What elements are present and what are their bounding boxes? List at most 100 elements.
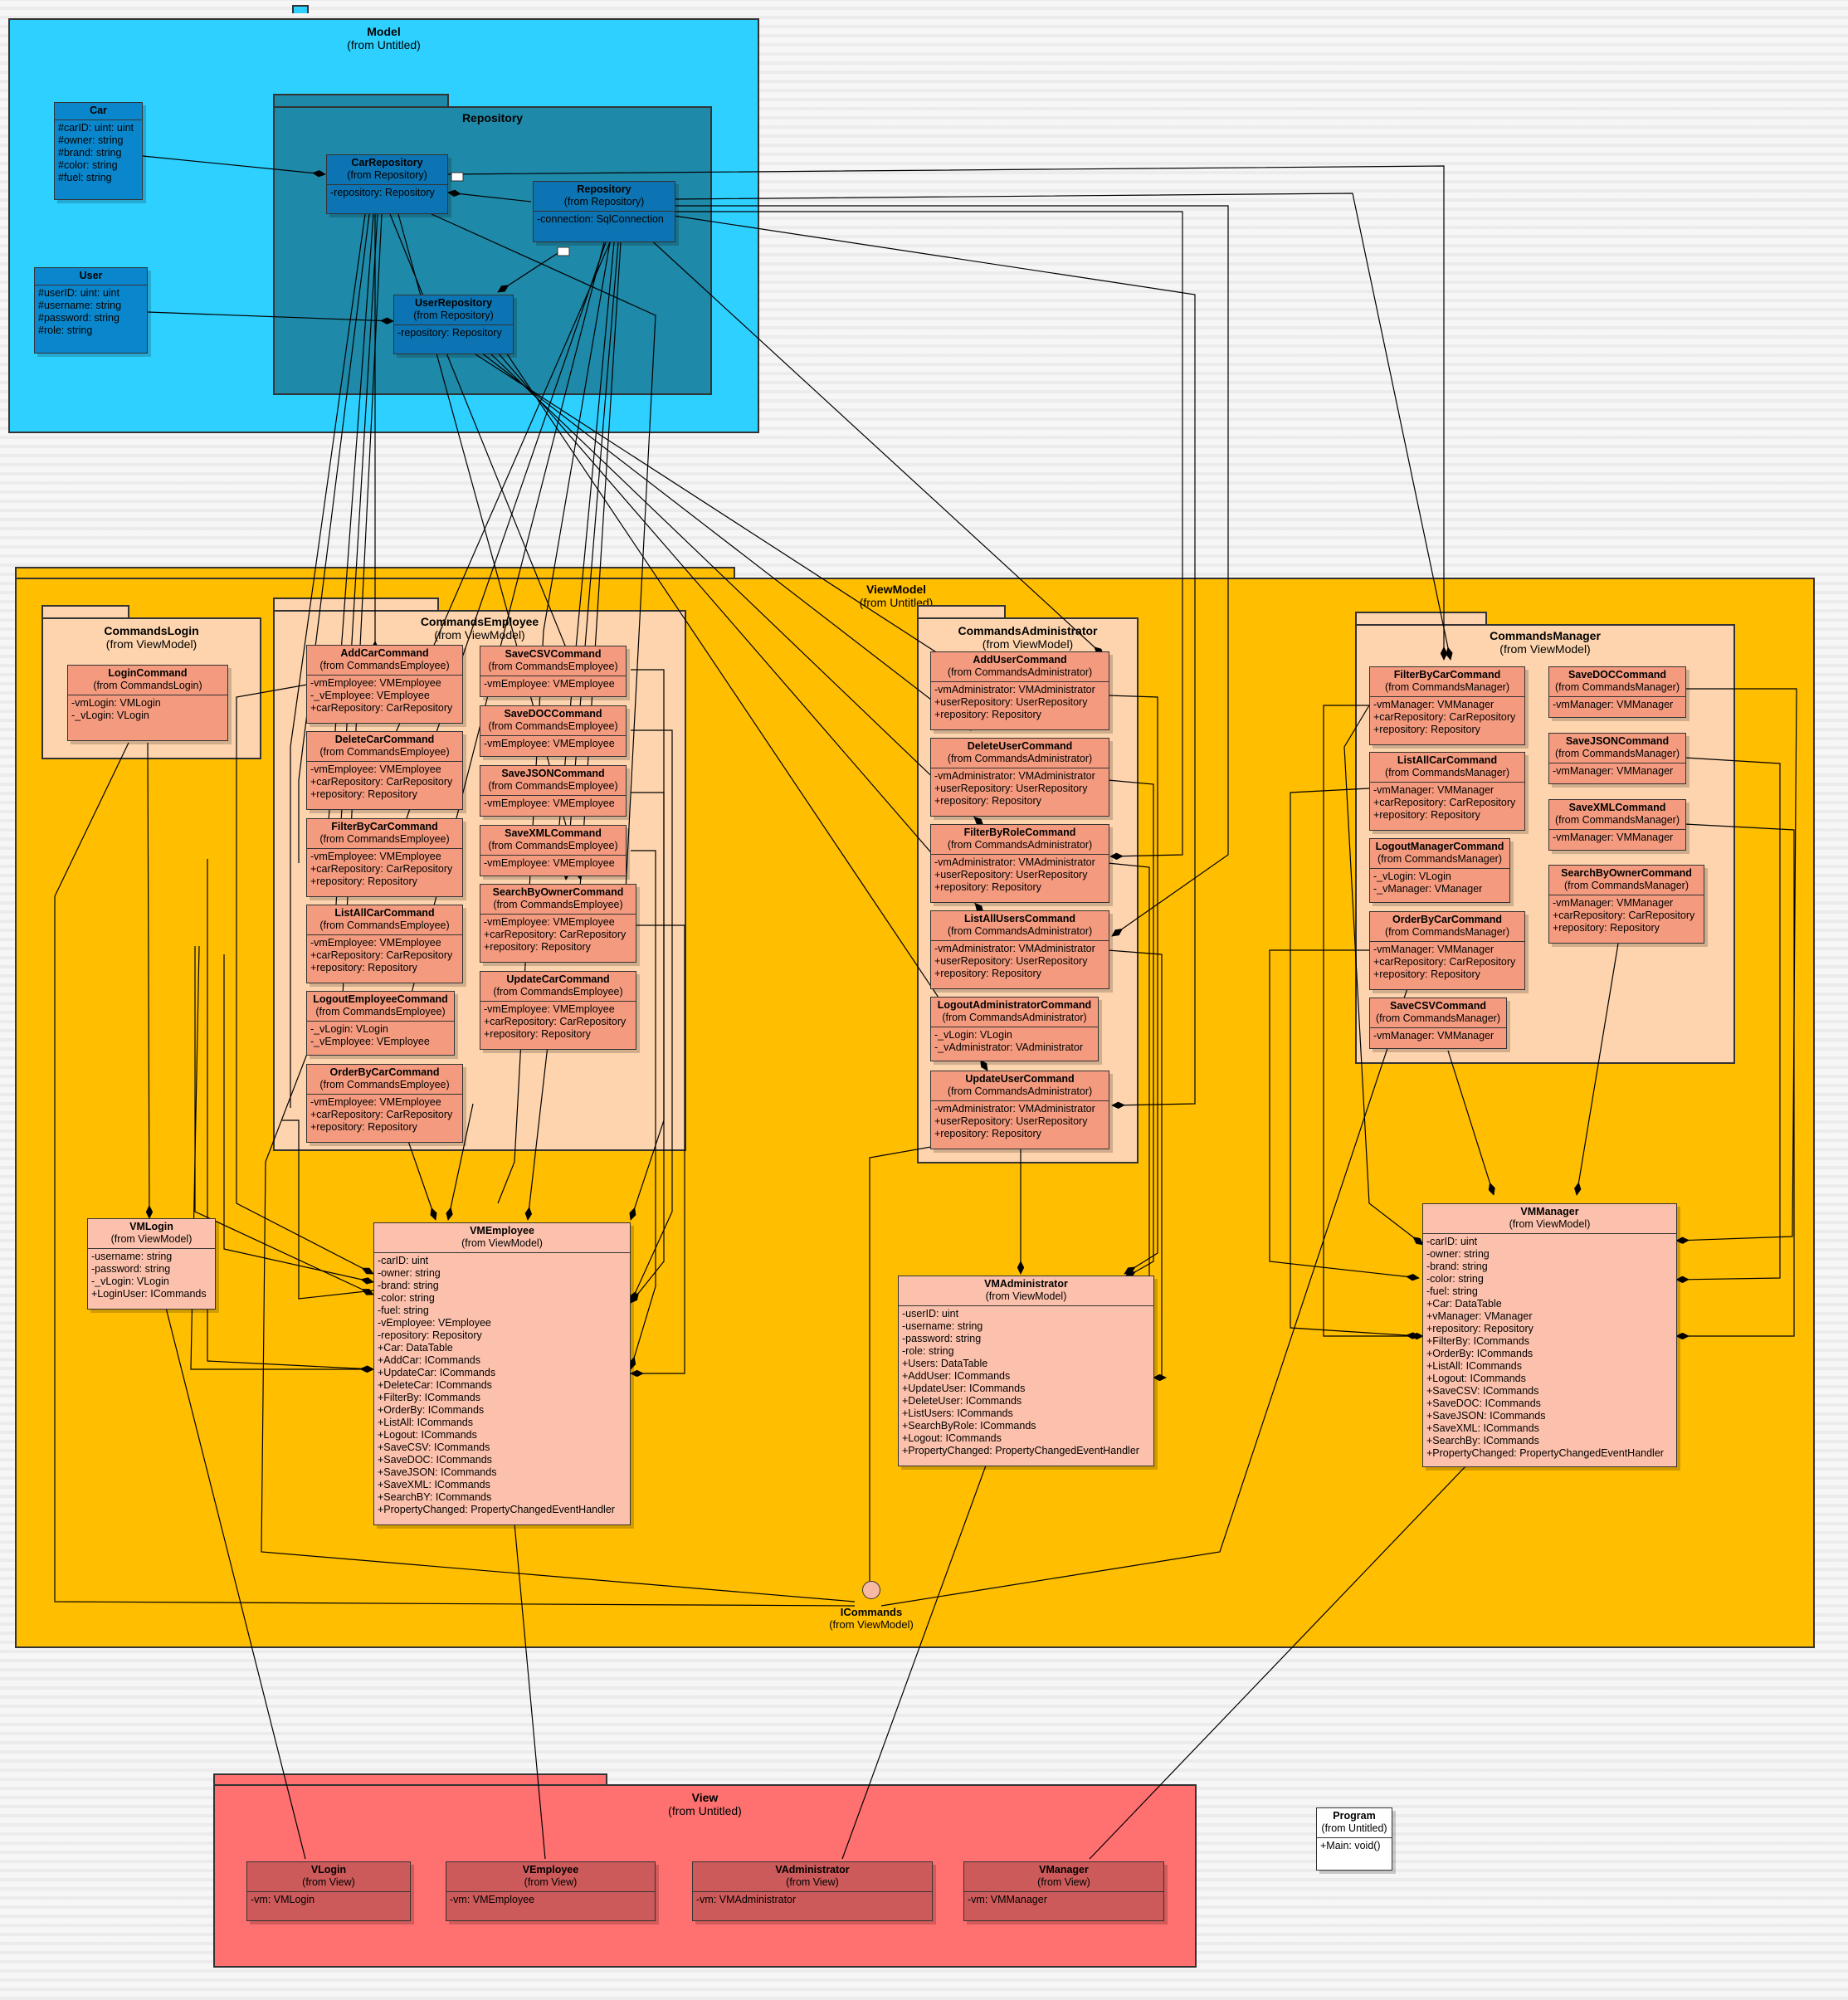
class-name: SaveDOCCommand [504,708,602,720]
carrepository-class[interactable]: CarRepository (from Repository) -reposito… [326,154,448,214]
vmemployee-class[interactable]: VMEmployee (from ViewModel) -carID: uint … [373,1222,631,1525]
class-attr: -vmManager: VMManager [1553,897,1674,909]
savecsv-command-employee-class[interactable]: SaveCSVCommand (from CommandsEmployee) -v… [480,646,627,697]
class-attr: +repository: Repository [310,876,417,887]
filterbycar-command-employee-class[interactable]: FilterByCarCommand (from CommandsEmployee… [306,818,463,897]
class-from: (from CommandsManager) [1384,681,1510,693]
class-attr: -vmEmployee: VMEmployee [484,738,615,749]
class-name: FilterByCarCommand [1393,669,1501,680]
class-attr: +OrderBy: ICommands [1426,1348,1533,1359]
class-name: VMManager [1520,1206,1579,1217]
adduser-command-class[interactable]: AddUserCommand (from CommandsAdministrato… [930,651,1109,730]
class-from: (from CommandsEmployee) [315,1006,446,1017]
filterbycar-command-manager-class[interactable]: FilterByCarCommand (from CommandsManager)… [1369,666,1525,745]
class-attr: +SaveCSV: ICommands [1426,1385,1539,1397]
vmlogin-class[interactable]: VMLogin (from ViewModel) -username: strin… [87,1218,216,1310]
class-attr: -_vEmployee: VEmployee [310,690,430,701]
program-class[interactable]: Program (from Untitled) +Main: void() [1316,1807,1392,1871]
listallusers-command-class[interactable]: ListAllUsersCommand (from CommandsAdminis… [930,910,1109,989]
class-attr: +carRepository: CarRepository [1553,910,1695,921]
deleteuser-command-class[interactable]: DeleteUserCommand (from CommandsAdministr… [930,738,1109,817]
class-attr: -vmManager: VMManager [1373,1030,1494,1041]
class-name: SaveXMLCommand [505,827,602,839]
logout-admin-command-class[interactable]: LogoutAdministratorCommand (from Commands… [930,997,1099,1061]
savexml-command-manager-class[interactable]: SaveXMLCommand (from CommandsManager) -vm… [1548,799,1686,851]
searchbyowner-command-employee-class[interactable]: SearchByOwnerCommand (from CommandsEmploy… [480,884,636,963]
class-attr: -vmManager: VMManager [1553,765,1674,777]
class-attr: +repository: Repository [484,941,591,953]
class-attr: -vmEmployee: VMEmployee [310,677,441,689]
savexml-command-employee-class[interactable]: SaveXMLCommand (from CommandsEmployee) -v… [480,825,627,876]
savejson-command-employee-class[interactable]: SaveJSONCommand (from CommandsEmployee) -… [480,765,627,817]
searchbyowner-command-manager-class[interactable]: SearchByOwnerCommand (from CommandsManage… [1548,865,1704,944]
class-from: (from CommandsAdministrator) [947,666,1093,678]
class-attr: +ListAll: ICommands [378,1417,473,1428]
savejson-command-manager-class[interactable]: SaveJSONCommand (from CommandsManager) -v… [1548,733,1686,784]
class-from: (from Untitled) [1321,1822,1387,1834]
vadministrator-class[interactable]: VAdministrator (from View) -vm: VMAdminis… [692,1861,933,1921]
icommands-interface-label: ICommands (from ViewModel) [813,1606,929,1631]
logout-employee-command-class[interactable]: LogoutEmployeeCommand (from CommandsEmplo… [306,991,455,1056]
class-attr: +PropertyChanged: PropertyChangedEventHa… [902,1445,1139,1456]
vmadministrator-class[interactable]: VMAdministrator (from ViewModel) -userID:… [898,1276,1154,1466]
class-attr: +repository: Repository [484,1028,591,1040]
class-attr: +userRepository: UserRepository [934,783,1088,794]
vmanager-class[interactable]: VManager (from View) -vm: VMManager [963,1861,1164,1921]
class-from: (from CommandsEmployee) [488,720,618,732]
class-attr: -password: string [902,1333,982,1344]
class-attr: +userRepository: UserRepository [934,1115,1088,1127]
class-attr: +repository: Repository [1373,724,1480,735]
filterbyrole-command-class[interactable]: FilterByRoleCommand (from CommandsAdminis… [930,824,1109,903]
savecsv-command-manager-class[interactable]: SaveCSVCommand (from CommandsManager) -vm… [1369,998,1507,1049]
repository-class[interactable]: Repository (from Repository) -connection:… [533,181,675,242]
class-name: Program [1333,1810,1376,1822]
class-attr: -vmEmployee: VMEmployee [310,851,441,862]
updateuser-command-class[interactable]: UpdateUserCommand (from CommandsAdministr… [930,1071,1109,1149]
class-from: (from CommandsEmployee) [488,840,618,851]
car-class[interactable]: Car #carID: uint: uint #owner: string #b… [54,102,143,200]
class-attr: -repository: Repository [330,187,435,198]
userrepository-class[interactable]: UserRepository (from Repository) -reposit… [393,295,514,354]
updatecar-command-class[interactable]: UpdateCarCommand (from CommandsEmployee) … [480,971,636,1050]
orderbycar-command-employee-class[interactable]: OrderByCarCommand (from CommandsEmployee)… [306,1064,463,1143]
class-attr: +carRepository: CarRepository [484,929,627,940]
icommands-interface-icon[interactable] [862,1581,880,1599]
connector-lines [54,155,1797,1860]
savedoc-command-employee-class[interactable]: SaveDOCCommand (from CommandsEmployee) -v… [480,705,627,757]
savedoc-command-manager-class[interactable]: SaveDOCCommand (from CommandsManager) -vm… [1548,666,1686,718]
class-attr: +carRepository: CarRepository [310,702,453,714]
listallcar-command-manager-class[interactable]: ListAllCarCommand (from CommandsManager) … [1369,752,1525,831]
class-attr: -vmEmployee: VMEmployee [310,1096,441,1108]
class-attr: -_vLogin: VLogin [934,1029,1012,1041]
vemployee-class[interactable]: VEmployee (from View) -vm: VMEmployee [446,1861,656,1921]
class-from: (from CommandsManager) [1384,926,1510,938]
class-from: (from CommandsEmployee) [488,661,618,672]
class-name: VMLogin [129,1221,173,1232]
class-name: CarRepository [351,157,423,168]
class-from: (from ViewModel) [110,1233,193,1245]
class-attr: -owner: string [1426,1248,1490,1260]
class-name: VEmployee [522,1864,579,1876]
class-attr: -vm: VMEmployee [450,1894,535,1905]
class-attr: #username: string [38,300,122,311]
deletecar-command-class[interactable]: DeleteCarCommand (from CommandsEmployee) … [306,731,463,810]
class-attr: #owner: string [58,134,124,146]
user-class[interactable]: User #userID: uint: uint #username: stri… [34,267,148,354]
class-from: (from CommandsLogin) [93,680,202,691]
addcar-command-class[interactable]: AddCarCommand (from CommandsEmployee) -vm… [306,645,463,724]
login-command-class[interactable]: LoginCommand (from CommandsLogin) -vmLogi… [67,665,228,741]
class-name: DeleteUserCommand [967,740,1073,752]
class-attr: -vmAdministrator: VMAdministrator [934,1103,1095,1115]
class-from: (from View) [302,1876,355,1888]
class-from: (from CommandsEmployee) [319,920,450,931]
class-from: (from CommandsEmployee) [319,746,450,758]
logout-manager-command-class[interactable]: LogoutManagerCommand (from CommandsManage… [1369,838,1510,903]
listallcar-command-employee-class[interactable]: ListAllCarCommand (from CommandsEmployee)… [306,905,463,983]
class-attr: -userID: uint [902,1308,959,1320]
vlogin-class[interactable]: VLogin (from View) -vm: VMLogin [246,1861,411,1921]
orderbycar-command-manager-class[interactable]: OrderByCarCommand (from CommandsManager) … [1369,911,1525,990]
class-attr: -brand: string [1426,1261,1488,1272]
class-attr: -brand: string [378,1280,439,1291]
vmmanager-class[interactable]: VMManager (from ViewModel) -carID: uint -… [1422,1203,1677,1467]
class-from: (from CommandsEmployee) [319,1079,450,1090]
